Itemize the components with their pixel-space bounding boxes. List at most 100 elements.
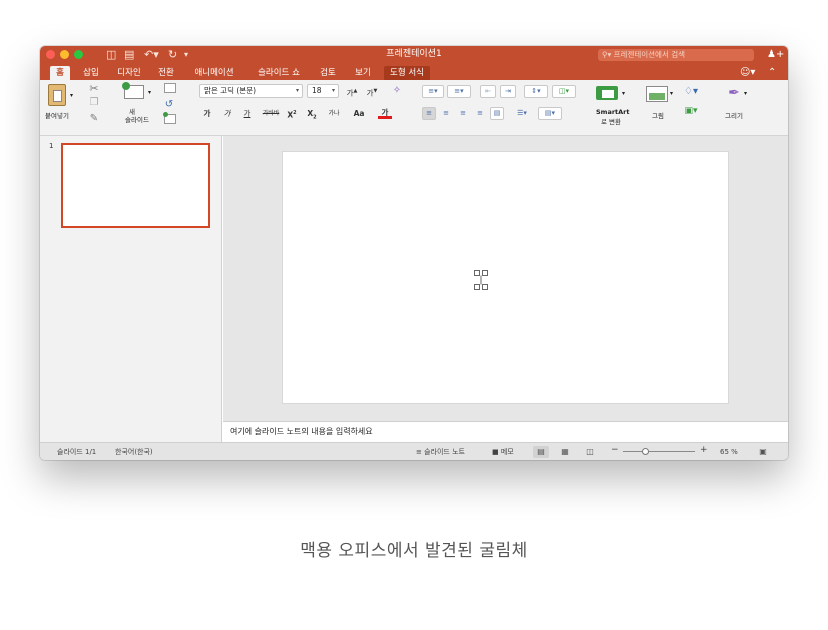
new-slide-label-line2: 슬라이드 bbox=[125, 116, 149, 124]
clear-formatting-icon[interactable]: ✧ bbox=[390, 84, 404, 97]
superscript-button[interactable]: X2 bbox=[285, 107, 299, 120]
tab-transitions[interactable]: 전환 bbox=[152, 66, 180, 80]
layout-icon[interactable] bbox=[164, 83, 176, 93]
character-spacing-button[interactable]: 가나 bbox=[324, 107, 344, 120]
fit-to-window-button[interactable]: ▣ bbox=[756, 446, 770, 458]
tab-insert[interactable]: 삽입 bbox=[78, 66, 104, 80]
strikethrough-button[interactable]: 가바바 bbox=[260, 107, 282, 120]
font-size-combo[interactable]: 18 ▾ bbox=[307, 84, 339, 98]
shrink-font-button[interactable]: 가▼ bbox=[364, 85, 380, 98]
decrease-indent-button[interactable]: ⇤ bbox=[480, 85, 496, 98]
tab-design[interactable]: 디자인 bbox=[112, 66, 146, 80]
zoom-slider[interactable] bbox=[623, 448, 695, 455]
subscript-button[interactable]: X2 bbox=[305, 107, 319, 121]
align-text-button[interactable]: ▤▾ bbox=[538, 107, 562, 120]
comments-button[interactable]: ■ 메모 bbox=[492, 447, 514, 457]
slide-sorter-icon: ▦ bbox=[561, 447, 569, 456]
draw-dropdown-icon[interactable]: ▾ bbox=[744, 90, 747, 97]
smartart-dropdown-icon[interactable]: ▾ bbox=[622, 90, 625, 97]
numbering-button[interactable]: ≡▾ bbox=[447, 85, 471, 98]
bold-button[interactable]: 가 bbox=[202, 107, 212, 120]
copy-icon[interactable]: ❐ bbox=[88, 96, 100, 108]
zoom-level[interactable]: 65 % bbox=[720, 447, 738, 457]
bullets-button[interactable]: ≡▾ bbox=[422, 85, 444, 98]
font-name-value: 맑은 고딕 (본문) bbox=[204, 86, 257, 95]
tab-shape-format[interactable]: 도형 서식 bbox=[384, 66, 430, 80]
paste-dropdown-icon[interactable]: ▾ bbox=[70, 92, 73, 99]
underline-button[interactable]: 가 bbox=[242, 107, 252, 120]
slide-thumbnail-number: 1 bbox=[49, 142, 54, 150]
comments-label: 메모 bbox=[500, 448, 514, 456]
italic-button[interactable]: 가 bbox=[222, 107, 232, 120]
picture-icon[interactable] bbox=[646, 86, 668, 102]
zoom-in-button[interactable]: + bbox=[700, 445, 708, 455]
notes-toggle-button[interactable]: ≡ 슬라이드 노트 bbox=[416, 447, 465, 457]
align-right-button[interactable]: ≡ bbox=[456, 107, 470, 120]
tab-home[interactable]: 홈 bbox=[50, 66, 70, 80]
font-name-dropdown-icon: ▾ bbox=[295, 87, 299, 94]
slide-thumbnail[interactable] bbox=[61, 143, 210, 228]
search-placeholder: 프레젠테이션에서 검색 bbox=[613, 50, 686, 59]
align-center-button[interactable]: ≡ bbox=[439, 107, 453, 120]
shapes-icon[interactable]: ♢▾ bbox=[678, 84, 704, 98]
slide-count: 슬라이드 1/1 bbox=[57, 448, 97, 456]
search-icon: ⚲▾ bbox=[602, 50, 614, 59]
grow-font-button[interactable]: 가▲ bbox=[344, 85, 360, 98]
tab-slideshow[interactable]: 슬라이드 쇼 bbox=[252, 66, 306, 80]
font-color-button[interactable]: 가 bbox=[378, 106, 392, 119]
line-spacing-button[interactable]: ⇕▾ bbox=[524, 85, 548, 98]
columns-icon: ◫▾ bbox=[558, 87, 570, 95]
tab-review[interactable]: 검토 bbox=[316, 66, 340, 80]
text-direction-button[interactable]: ☰▾ bbox=[510, 107, 534, 120]
language-indicator[interactable]: 한국어(한국) bbox=[115, 447, 153, 457]
reset-icon[interactable]: ↺ bbox=[162, 98, 176, 110]
draw-pen-icon[interactable]: ✒ bbox=[722, 84, 746, 102]
justify-button[interactable]: ≡ bbox=[473, 107, 487, 120]
columns-button[interactable]: ◫▾ bbox=[552, 85, 576, 98]
new-slide-icon[interactable] bbox=[122, 82, 144, 99]
comment-icon: ■ bbox=[492, 448, 501, 456]
slide-thumbnails-pane: 1 bbox=[40, 136, 222, 442]
align-left-button[interactable]: ≡ bbox=[422, 107, 436, 120]
notes-pane[interactable]: 여기에 슬라이드 노트의 내용을 입력하세요 bbox=[223, 421, 788, 442]
paste-icon[interactable] bbox=[48, 84, 66, 106]
search-input[interactable]: ⚲▾ 프레젠테이션에서 검색 bbox=[598, 49, 754, 61]
zoom-slider-knob[interactable] bbox=[642, 448, 650, 455]
change-case-button[interactable]: Aa bbox=[348, 107, 370, 120]
smiley-feedback-icon[interactable]: ☺▾ bbox=[740, 66, 755, 79]
tab-animations[interactable]: 애니메이션 bbox=[190, 66, 238, 80]
slide-canvas[interactable] bbox=[283, 152, 728, 403]
tab-view[interactable]: 보기 bbox=[350, 66, 376, 80]
ribbon-tabs: 홈 삽입 디자인 전환 애니메이션 슬라이드 쇼 검토 보기 도형 서식 ☺▾ … bbox=[40, 63, 788, 80]
normal-view-button[interactable]: ▤ bbox=[533, 446, 549, 458]
status-bar: 슬라이드 1/1 한국어(한국) ≡ 슬라이드 노트 ■ 메모 ▤ ▦ ◫ − … bbox=[40, 442, 788, 460]
zoom-out-button[interactable]: − bbox=[611, 445, 619, 455]
reading-view-icon: ◫ bbox=[586, 447, 594, 456]
bullets-icon: ≡▾ bbox=[428, 87, 438, 95]
textbox-icon[interactable]: ▣▾ bbox=[678, 104, 704, 118]
new-slide-dropdown-icon[interactable]: ▾ bbox=[148, 89, 151, 96]
align-left-icon: ≡ bbox=[426, 109, 432, 117]
text-direction-icon: ☰▾ bbox=[517, 109, 527, 117]
picture-dropdown-icon[interactable]: ▾ bbox=[670, 90, 673, 97]
normal-view-icon: ▤ bbox=[537, 447, 545, 456]
share-icon[interactable]: ♟+ bbox=[767, 47, 784, 62]
section-icon[interactable] bbox=[163, 112, 176, 124]
title-bar: ◫ ▤ ↶▾ ↻ ▾ 프레젠테이션1 ⚲▾ 프레젠테이션에서 검색 ♟+ bbox=[40, 46, 788, 63]
font-size-dropdown-icon: ▾ bbox=[331, 87, 335, 94]
justify-icon: ≡ bbox=[477, 109, 483, 117]
collapse-ribbon-icon[interactable]: ⌃ bbox=[768, 66, 776, 79]
format-painter-icon[interactable]: ✎ bbox=[88, 112, 100, 124]
font-name-combo[interactable]: 맑은 고딕 (본문) ▾ bbox=[199, 84, 303, 98]
smartart-icon[interactable] bbox=[596, 86, 618, 100]
reading-view-button[interactable]: ◫ bbox=[582, 446, 598, 458]
cut-icon[interactable]: ✂ bbox=[88, 82, 100, 95]
slide-editor-canvas bbox=[223, 136, 788, 421]
increase-indent-icon: ⇥ bbox=[505, 87, 511, 95]
font-size-value: 18 bbox=[312, 86, 322, 95]
distributed-button[interactable]: ▤ bbox=[490, 107, 504, 120]
fit-to-window-icon: ▣ bbox=[759, 447, 767, 456]
increase-indent-button[interactable]: ⇥ bbox=[500, 85, 516, 98]
screenshot-stage: ◫ ▤ ↶▾ ↻ ▾ 프레젠테이션1 ⚲▾ 프레젠테이션에서 검색 ♟+ 홈 삽… bbox=[0, 0, 828, 630]
slide-sorter-button[interactable]: ▦ bbox=[557, 446, 573, 458]
